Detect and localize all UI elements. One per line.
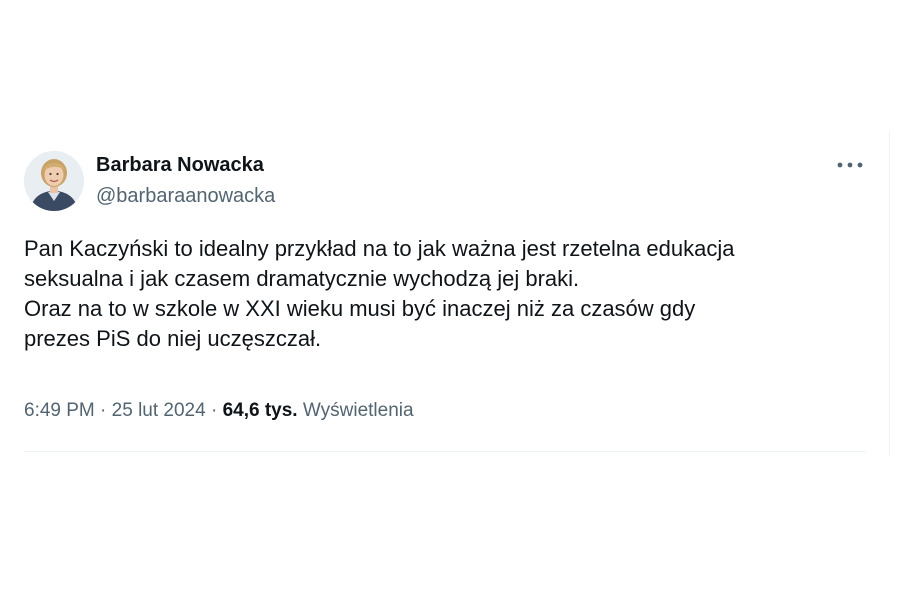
- more-horizontal-icon: [837, 162, 863, 168]
- tweet-date[interactable]: 25 lut 2024: [112, 400, 206, 421]
- tweet-text-line: seksualna i jak czasem dramatycznie wych…: [24, 266, 580, 291]
- meta-separator: ·: [100, 400, 107, 421]
- more-options-button[interactable]: [835, 153, 865, 177]
- author-handle[interactable]: @barbaraanowacka: [96, 184, 275, 208]
- tweet-text: Pan Kaczyński to idealny przykład na to …: [24, 234, 874, 354]
- divider: [24, 451, 866, 452]
- author-display-name[interactable]: Barbara Nowacka: [96, 153, 275, 177]
- views-count: 64,6 tys.: [222, 400, 298, 421]
- meta-separator: ·: [210, 400, 218, 421]
- author-info[interactable]: Barbara Nowacka @barbaraanowacka: [96, 153, 275, 208]
- tweet-text-line: prezes PiS do niej uczęszczał.: [24, 326, 322, 351]
- avatar-image: [24, 151, 84, 211]
- tweet-text-line: Oraz na to w szkole w XXI wieku musi być…: [24, 296, 696, 321]
- views-label: Wyświetlenia: [302, 400, 414, 421]
- tweet-card[interactable]: Barbara Nowacka @barbaraanowacka Pan Kac…: [0, 131, 890, 456]
- avatar[interactable]: [24, 151, 84, 211]
- tweet-text-line: Pan Kaczyński to idealny przykład na to …: [24, 236, 735, 261]
- tweet-meta: 6:49 PM · 25 lut 2024 · 64,6 tys. Wyświe…: [24, 399, 414, 423]
- tweet-time[interactable]: 6:49 PM: [24, 400, 95, 421]
